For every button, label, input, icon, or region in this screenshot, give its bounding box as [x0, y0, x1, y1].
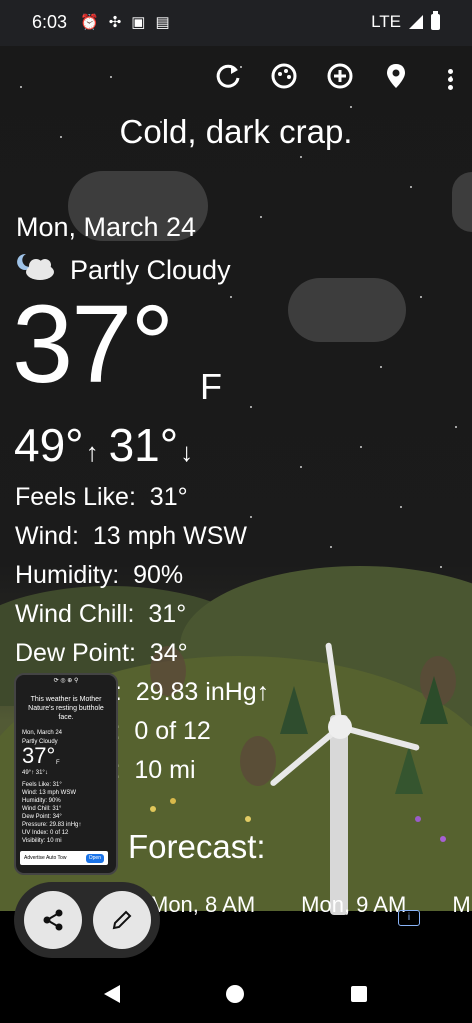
high-low-temps: 49°↑ 31°↓ [14, 418, 193, 472]
ad-info-icon[interactable]: i [398, 910, 420, 926]
status-icons: ⏰ ✣ ▣ ▤ [80, 13, 170, 31]
edit-button[interactable] [93, 891, 151, 949]
recents-icon[interactable] [351, 986, 367, 1002]
share-button[interactable] [24, 891, 82, 949]
current-temperature: 37° [12, 283, 174, 406]
home-icon[interactable] [226, 985, 244, 1003]
network-label: LTE [371, 12, 401, 31]
screenshot-preview[interactable]: ⟳ ◎ ⊕ ⚲ This weather is Mother Nature's … [14, 673, 118, 875]
back-icon[interactable] [104, 985, 120, 1003]
cloud [288, 278, 406, 342]
detail-row: Dew Point: 34° [15, 639, 188, 667]
status-bar: 6:03 ⏰ ✣ ▣ ▤ LTE [0, 0, 472, 46]
location-pin-icon[interactable] [380, 60, 412, 92]
pencil-icon [112, 910, 132, 930]
alarm-icon: ⏰ [80, 14, 99, 31]
detail-row: Wind: 13 mph WSW [15, 522, 248, 550]
low-temp: 31° [108, 419, 179, 471]
fan-icon: ✣ [108, 14, 122, 31]
preview-hilo: 49°↑ 31°↓ [22, 770, 48, 776]
battery-icon [431, 11, 440, 30]
preview-unit: F [56, 760, 60, 766]
overflow-menu-icon[interactable] [448, 66, 454, 93]
weather-headline: Cold, dark crap. [119, 113, 353, 150]
calendar-icon: ▤ [155, 14, 170, 31]
signal-icon [409, 15, 423, 29]
theme-icon[interactable] [268, 60, 300, 92]
add-location-icon[interactable] [324, 60, 356, 92]
detail-row: Humidity: 90% [15, 561, 184, 589]
status-time: 6:03 [32, 12, 68, 32]
preview-line: Visibility: 10 mi [22, 838, 62, 844]
detail-row: Feels Like: 31° [15, 483, 188, 511]
action-button-group [14, 882, 160, 958]
down-arrow-icon: ↓ [180, 437, 194, 467]
windmill-hub [328, 715, 352, 739]
refresh-icon[interactable] [212, 60, 244, 92]
preview-ad-banner: Advertise Auto Tow Open [20, 851, 108, 865]
cloud [452, 172, 472, 232]
preview-headline: This weather is Mother Nature's resting … [28, 696, 104, 721]
current-date: Mon, March 24 [16, 212, 197, 242]
forecast-hour[interactable]: Mon, 8 AM [150, 892, 255, 918]
preview-date: Mon, March 24 [22, 730, 63, 736]
windmill-illustration [330, 715, 348, 915]
forecast-hour[interactable]: M [452, 892, 470, 918]
detail-row: Wind Chill: 31° [15, 600, 187, 628]
preview-temperature: 37° [22, 743, 56, 768]
hourly-forecast-row[interactable]: Mon, 8 AM Mon, 9 AM M [150, 892, 471, 918]
condition-label: Partly Cloudy [70, 255, 231, 285]
toolbar [212, 60, 412, 92]
forecast-hour[interactable]: Mon, 9 AM [301, 892, 406, 918]
up-arrow-icon: ↑ [85, 437, 99, 467]
forecast-title: Forecast: [128, 828, 266, 865]
share-icon [43, 909, 63, 931]
preview-toolbar: ⟳ ◎ ⊕ ⚲ [53, 678, 79, 684]
sim-card-icon: ▣ [131, 14, 146, 31]
high-temp: 49° [14, 419, 84, 471]
temperature-unit: F [200, 366, 222, 407]
